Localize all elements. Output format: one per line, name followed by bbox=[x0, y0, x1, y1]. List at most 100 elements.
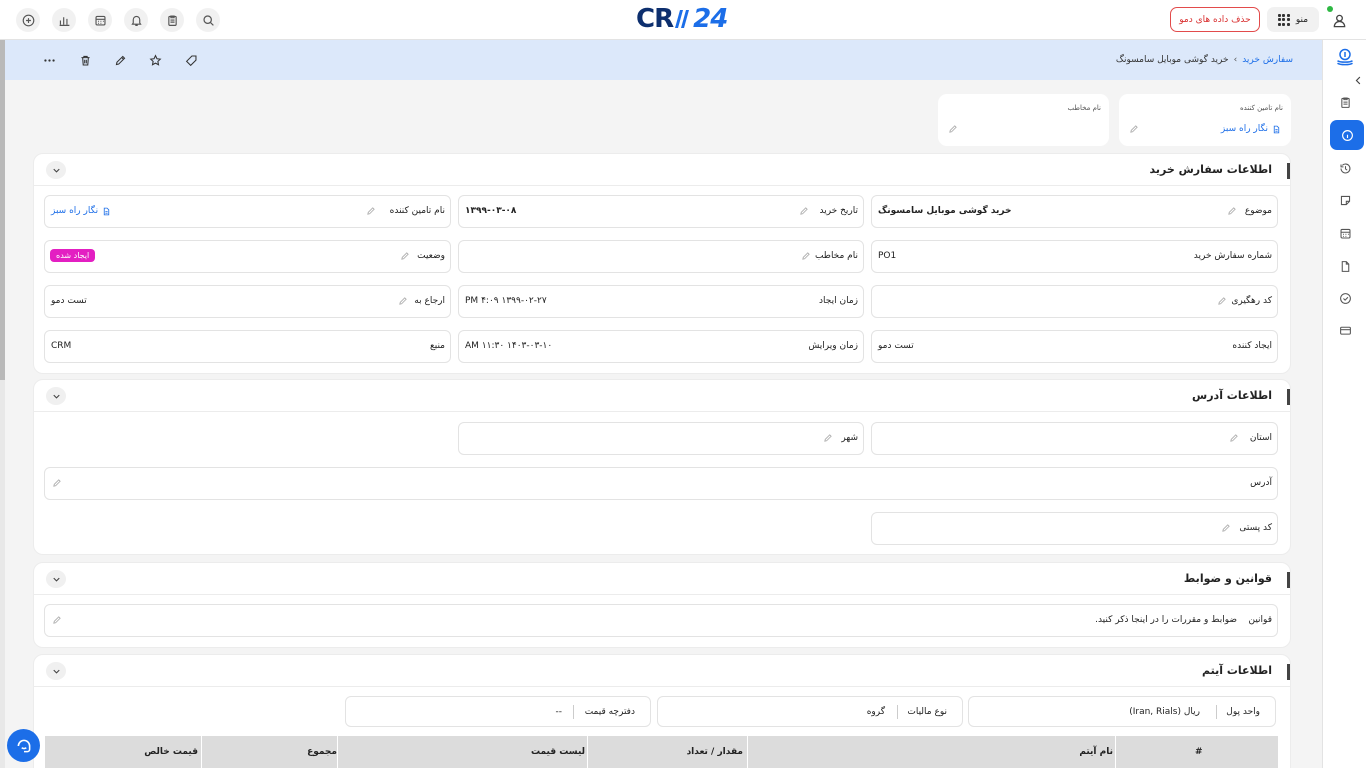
crm24-logo: CR 24 bbox=[636, 4, 728, 34]
supplier-field[interactable]: نام تامین کننده نگار راه سبز bbox=[44, 195, 451, 228]
document-link-icon bbox=[1273, 125, 1280, 133]
history-icon[interactable] bbox=[1337, 160, 1353, 176]
select-value: (Iran, Rials) ریال bbox=[1129, 707, 1200, 717]
delete-demo-data-button[interactable]: حذف داده های دمو bbox=[1170, 7, 1260, 32]
chevron-down-icon[interactable] bbox=[46, 662, 66, 680]
status-field[interactable]: وضعیت ایجاد شده bbox=[44, 240, 451, 273]
edit-pencil-icon[interactable] bbox=[1229, 433, 1239, 443]
edit-pencil-icon[interactable] bbox=[1129, 124, 1139, 134]
logo-stripes-icon bbox=[675, 10, 690, 28]
collapse-chevron-icon[interactable] bbox=[1350, 72, 1366, 88]
edit-pencil-icon[interactable] bbox=[1221, 523, 1231, 533]
modified-time-field: زمان ویرایش ۱۴۰۳-۰۳-۱۰ ۱۱:۳۰ AM bbox=[458, 330, 864, 363]
supplier-summary-link[interactable]: نگار راه سبز bbox=[1221, 124, 1281, 134]
edit-pencil-icon[interactable] bbox=[366, 206, 376, 216]
edit-pencil-icon[interactable] bbox=[52, 615, 62, 625]
field-label: موضوع bbox=[1244, 206, 1272, 216]
summary-clipboard-icon[interactable] bbox=[1337, 94, 1353, 110]
field-label: ایجاد کننده bbox=[1232, 341, 1272, 351]
contact-field[interactable]: نام مخاطب bbox=[458, 240, 864, 273]
select-divider bbox=[897, 705, 898, 719]
province-field[interactable]: استان bbox=[871, 422, 1278, 455]
pricebook-select[interactable]: دفترچه قیمت -- bbox=[345, 696, 651, 727]
breadcrumb-parent-link[interactable]: سفارش خرید bbox=[1242, 55, 1293, 65]
menu-button[interactable]: منو bbox=[1267, 7, 1319, 32]
terms-field[interactable]: قوانین ضوابط و مقررات را در اینجا ذکر کن… bbox=[44, 604, 1278, 637]
notification-bell-icon[interactable] bbox=[124, 8, 148, 32]
support-chat-button[interactable] bbox=[7, 729, 40, 762]
page-scrollbar[interactable] bbox=[0, 40, 5, 768]
section-title: قوانین و ضوابط bbox=[1183, 572, 1272, 585]
column-header: نام آیتم bbox=[1079, 747, 1113, 757]
field-label: ارجاع به bbox=[414, 296, 445, 306]
tasks-clipboard-icon[interactable] bbox=[160, 8, 184, 32]
right-sidebar bbox=[1322, 40, 1366, 768]
edit-pencil-icon[interactable] bbox=[823, 433, 833, 443]
edit-pencil-icon[interactable] bbox=[1217, 296, 1227, 306]
user-profile-icon[interactable] bbox=[1327, 6, 1350, 32]
address-field[interactable]: آدرس bbox=[44, 467, 1278, 500]
edit-pencil-icon[interactable] bbox=[52, 478, 62, 488]
notes-icon[interactable] bbox=[1337, 192, 1353, 208]
city-field[interactable]: شهر bbox=[458, 422, 864, 455]
section-header: قوانین و ضوابط bbox=[34, 563, 1290, 595]
contact-summary-card: نام مخاطب bbox=[938, 94, 1109, 146]
order-number-field[interactable]: شماره سفارش خرید PO1 bbox=[871, 240, 1278, 273]
edit-pencil-icon[interactable] bbox=[400, 251, 410, 261]
calendar-icon[interactable] bbox=[88, 8, 112, 32]
field-value: ۱۳۹۹-۰۲-۲۷ ۴:۰۹ PM bbox=[465, 296, 547, 306]
field-value: نگار راه سبز bbox=[51, 206, 99, 216]
created-time-field: زمان ایجاد ۱۳۹۹-۰۲-۲۷ ۴:۰۹ PM bbox=[458, 285, 864, 318]
document-icon[interactable] bbox=[1337, 258, 1353, 274]
purchase-date-field[interactable]: تاریخ خرید ۱۳۹۹-۰۳-۰۸ bbox=[458, 195, 864, 228]
currency-select[interactable]: واحد پول (Iran, Rials) ریال bbox=[968, 696, 1276, 727]
edit-pencil-icon[interactable] bbox=[799, 206, 809, 216]
apps-grid-icon bbox=[1277, 13, 1290, 26]
select-divider bbox=[1216, 705, 1217, 719]
column-divider bbox=[747, 736, 748, 768]
subject-field[interactable]: موضوع خرید گوشی موبایل سامسونگ bbox=[871, 195, 1278, 228]
edit-pencil-icon[interactable] bbox=[801, 251, 811, 261]
more-options-icon[interactable] bbox=[40, 51, 58, 69]
select-divider bbox=[573, 705, 574, 719]
chevron-down-icon[interactable] bbox=[46, 161, 66, 179]
supplier-summary-card: نام تامین کننده نگار راه سبز bbox=[1119, 94, 1291, 146]
delete-trash-icon[interactable] bbox=[76, 51, 94, 69]
chevron-down-icon[interactable] bbox=[46, 570, 66, 588]
edit-pencil-icon[interactable] bbox=[398, 296, 408, 306]
select-value: گروه bbox=[866, 707, 885, 717]
favorite-star-icon[interactable] bbox=[146, 51, 164, 69]
field-value: تست دمو bbox=[878, 341, 914, 351]
scrollbar-thumb[interactable] bbox=[0, 40, 5, 380]
tracking-code-field[interactable]: کد رهگیری bbox=[871, 285, 1278, 318]
reports-chart-icon[interactable] bbox=[52, 8, 76, 32]
supplier-link[interactable]: نگار راه سبز bbox=[51, 206, 111, 216]
section-accent-bar bbox=[1287, 572, 1290, 588]
check-circle-icon[interactable] bbox=[1337, 290, 1353, 306]
edit-pencil-icon[interactable] bbox=[948, 124, 958, 134]
select-label: واحد پول bbox=[1226, 707, 1260, 717]
postal-code-field[interactable]: کد پستی bbox=[871, 512, 1278, 545]
field-label: تاریخ خرید bbox=[819, 206, 858, 216]
edit-pencil-icon[interactable] bbox=[111, 51, 129, 69]
tax-type-select[interactable]: نوع مالیات گروه bbox=[657, 696, 963, 727]
details-info-icon[interactable] bbox=[1330, 120, 1364, 150]
chevron-down-icon[interactable] bbox=[46, 387, 66, 405]
search-icon[interactable] bbox=[196, 8, 220, 32]
add-icon[interactable] bbox=[16, 8, 40, 32]
section-accent-bar bbox=[1287, 163, 1290, 179]
select-label: نوع مالیات bbox=[907, 707, 947, 717]
edit-pencil-icon[interactable] bbox=[1227, 206, 1237, 216]
field-value: PO1 bbox=[878, 251, 897, 261]
assigned-to-field[interactable]: ارجاع به تست دمو bbox=[44, 285, 451, 318]
supplier-summary-label: نام تامین کننده bbox=[1239, 104, 1283, 112]
breadcrumb-current: خرید گوشی موبایل سامسونگ bbox=[1115, 55, 1229, 65]
field-label: کد رهگیری bbox=[1231, 296, 1272, 306]
column-divider bbox=[337, 736, 338, 768]
field-label: شماره سفارش خرید bbox=[1193, 251, 1272, 261]
dollar-coins-icon[interactable] bbox=[1334, 46, 1356, 68]
payment-card-icon[interactable] bbox=[1337, 322, 1353, 338]
calendar-events-icon[interactable] bbox=[1337, 225, 1353, 241]
section-title: اطلاعات آیتم bbox=[1201, 664, 1272, 677]
tag-icon[interactable] bbox=[182, 51, 200, 69]
